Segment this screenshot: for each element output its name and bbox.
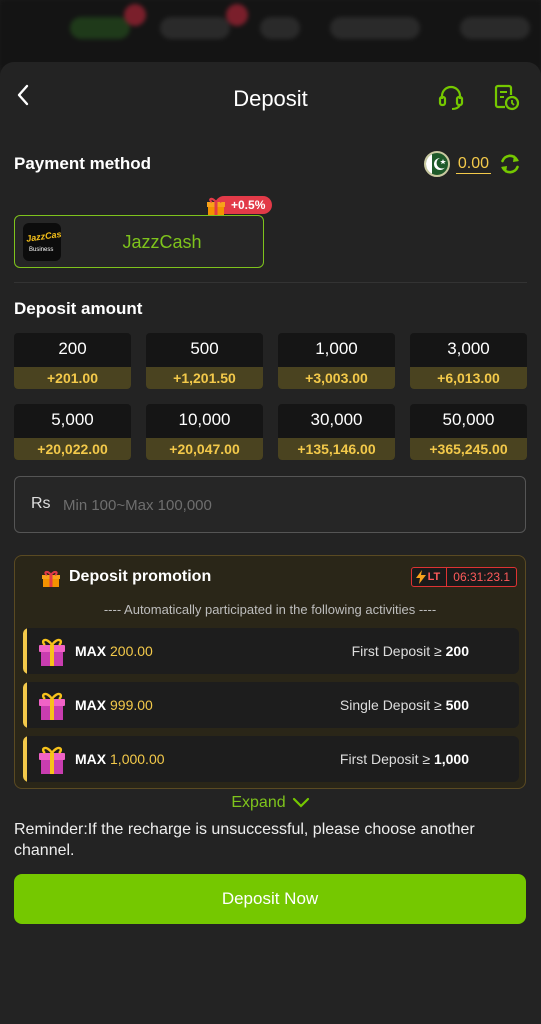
promotion-title: Deposit promotion <box>69 568 212 585</box>
max-label: MAX <box>75 643 107 659</box>
amount-value: 5,000 <box>51 410 94 429</box>
background-badge <box>226 4 248 26</box>
promotion-activity[interactable]: MAX 999.00 Single Deposit ≥ 500 <box>23 682 519 728</box>
reminder-text: Reminder:If the recharge is unsuccessful… <box>14 821 475 859</box>
activity-accent <box>23 736 27 782</box>
amount-option[interactable]: 50,000 +365,245.00 <box>410 404 527 460</box>
max-value: 999.00 <box>110 697 153 713</box>
activity-condition: First Deposit ≥ 200 <box>352 643 469 659</box>
pakistan-flag-icon <box>423 151 450 177</box>
amount-bonus: +365,245.00 <box>410 438 527 460</box>
promotion-activity[interactable]: MAX 200.00 First Deposit ≥ 200 <box>23 628 519 674</box>
amount-option[interactable]: 10,000 +20,047.00 <box>146 404 263 460</box>
limited-time-badge: LT 06:31:23.1 <box>410 567 517 587</box>
lt-label: LT <box>427 571 441 583</box>
max-value: 200.00 <box>110 643 153 659</box>
amount-option[interactable]: 500 +1,201.50 <box>146 333 263 389</box>
condition-text: Single Deposit ≥ <box>339 697 442 713</box>
amount-value: 50,000 <box>442 410 495 429</box>
amount-option[interactable]: 1,000 +3,003.00 <box>278 333 395 389</box>
amount-value: 500 <box>190 339 219 358</box>
divider <box>14 282 527 283</box>
jazzcash-logo: JazzCash Business <box>23 223 61 261</box>
amount-value: 1,000 <box>315 339 358 358</box>
promotion-activity[interactable]: MAX 1,000.00 First Deposit ≥ 1,000 <box>23 736 519 782</box>
amount-bonus: +1,201.50 <box>146 367 263 389</box>
background-tab <box>70 17 130 39</box>
activity-max: MAX 1,000.00 <box>75 751 165 767</box>
amount-input[interactable] <box>63 487 503 523</box>
deposit-promotion-panel: Deposit promotion LT 06:31:23.1 ---- Aut… <box>14 555 526 789</box>
amount-value: 30,000 <box>310 410 363 429</box>
condition-threshold: 500 <box>445 697 469 713</box>
expand-button[interactable]: Expand <box>0 794 541 812</box>
background-tab <box>260 17 300 39</box>
amount-value: 10,000 <box>178 410 231 429</box>
amount-option[interactable]: 200 +201.00 <box>14 333 131 389</box>
deposit-now-button[interactable]: Deposit Now <box>14 874 526 924</box>
activity-max: MAX 999.00 <box>75 697 153 713</box>
gift-box-icon <box>37 635 67 667</box>
payment-method-title: Payment method <box>14 154 151 173</box>
amount-option[interactable]: 5,000 +20,022.00 <box>14 404 131 460</box>
history-icon[interactable] <box>491 82 521 112</box>
condition-text: First Deposit ≥ <box>339 751 431 767</box>
payment-method-label: JazzCash <box>122 232 202 252</box>
activity-condition: Single Deposit ≥ 500 <box>340 697 469 713</box>
deposit-amount-title: Deposit amount <box>14 299 143 318</box>
expand-label: Expand <box>231 794 286 811</box>
payment-bonus-badge: +0.5% <box>205 194 273 216</box>
background-tab <box>460 17 530 39</box>
condition-text: First Deposit ≥ <box>351 643 442 659</box>
amount-option[interactable]: 30,000 +135,146.00 <box>278 404 395 460</box>
activity-condition: First Deposit ≥ 1,000 <box>340 751 469 767</box>
amount-value: 200 <box>58 339 87 358</box>
max-label: MAX <box>75 697 107 713</box>
max-value: 1,000.00 <box>110 751 165 767</box>
activity-accent <box>23 628 27 674</box>
amount-option[interactable]: 3,000 +6,013.00 <box>410 333 527 389</box>
gift-icon <box>41 568 61 588</box>
amount-bonus: +6,013.00 <box>410 367 527 389</box>
activity-max: MAX 200.00 <box>75 643 153 659</box>
background-app-bar <box>0 0 541 70</box>
max-label: MAX <box>75 751 107 767</box>
balance-value: 0.00 <box>455 154 491 174</box>
condition-threshold: 1,000 <box>433 751 469 767</box>
lightning-icon <box>415 570 426 584</box>
currency-label: Rs <box>31 495 51 512</box>
payment-method-jazzcash[interactable]: JazzCash Business JazzCash <box>14 215 264 268</box>
refresh-icon[interactable] <box>497 151 523 177</box>
amount-value: 3,000 <box>447 339 490 358</box>
amount-bonus: +135,146.00 <box>278 438 395 460</box>
amount-bonus: +201.00 <box>14 367 131 389</box>
amount-bonus: +3,003.00 <box>278 367 395 389</box>
gift-icon <box>205 194 227 216</box>
chevron-down-icon <box>292 797 309 808</box>
background-tab <box>330 17 420 39</box>
deposit-sheet: Deposit Payment method 0.00 JazzCash Bus… <box>0 62 541 1024</box>
header: Deposit <box>0 62 541 134</box>
background-tab <box>160 17 230 39</box>
condition-threshold: 200 <box>445 643 469 659</box>
promotion-subtitle: ---- Automatically participated in the f… <box>103 602 437 617</box>
background-badge <box>124 4 146 26</box>
promotion-timer: 06:31:23.1 <box>447 567 517 587</box>
amount-bonus: +20,047.00 <box>146 438 263 460</box>
gift-box-icon <box>37 743 67 775</box>
activity-accent <box>23 682 27 728</box>
gift-box-icon <box>37 689 67 721</box>
amount-bonus: +20,022.00 <box>14 438 131 460</box>
headset-icon[interactable] <box>436 82 466 112</box>
amount-input-wrapper: Rs <box>14 476 526 533</box>
balance-display: 0.00 <box>423 149 523 179</box>
